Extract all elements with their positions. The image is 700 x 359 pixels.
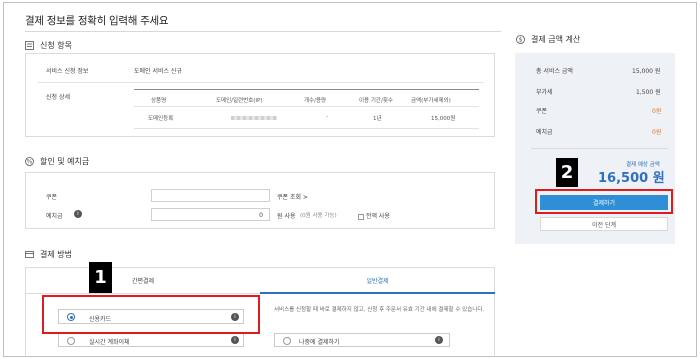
deposit-input[interactable]: 0 — [151, 208, 270, 221]
svg-text:$: $ — [519, 37, 523, 44]
payment-method-heading: 결제 방법 — [25, 249, 72, 260]
application-heading-text: 신청 항목 — [40, 41, 72, 50]
deposit-label: 예치금 — [46, 213, 63, 220]
pay-later-label: 나중에 결제하기 — [299, 339, 340, 346]
summary-total-value: 15,000 원 — [632, 68, 661, 75]
pay-later-note: 서비스를 신청할 때 바로 결제하지 않고, 신청 후 주문서 유효 기간 내에… — [274, 307, 485, 313]
tab-easy-pay-label: 간편결제 — [131, 278, 155, 285]
tab-general-pay[interactable]: 일반결제 — [260, 268, 495, 294]
summary-heading: $ 결제 금액 계산 — [516, 34, 580, 45]
row-period: 1년 — [373, 116, 382, 122]
masked-domain — [231, 116, 277, 120]
callout-1: 1 — [89, 262, 112, 293]
discount-heading-text: 할인 및 예치금 — [40, 157, 90, 166]
row-amount: 15,000원 — [431, 116, 456, 122]
info-icon[interactable]: i — [231, 336, 239, 344]
col-domain: 도메인/일련번호(IP) — [216, 98, 263, 104]
list-icon — [25, 41, 34, 50]
coupon-lookup-link[interactable]: 쿠폰 조회 > — [277, 192, 308, 201]
summary-vat-label: 부가세 — [536, 89, 553, 96]
table-bottom-border — [134, 128, 479, 129]
highlight-pay-button — [535, 189, 673, 214]
use-all-checkbox[interactable] — [358, 213, 364, 220]
discount-box: 쿠폰 쿠폰 조회 > 예치금 i 0 원 사용 (0원 사용 가능) 전액 사용 — [25, 172, 495, 229]
summary-total-label: 총 서비스 금액 — [536, 68, 573, 75]
col-product: 상품명 — [151, 98, 167, 104]
summary-deposit-value: 0원 — [652, 129, 662, 136]
table-header-border — [134, 106, 479, 107]
dollar-circle-icon: $ — [516, 35, 525, 44]
row-product: 도메인등록 — [148, 116, 174, 122]
col-amount: 금액(부가세제외) — [411, 98, 451, 104]
service-info-value: 도메인 서비스 신규 — [134, 68, 182, 75]
deposit-use-label: 원 사용 — [277, 213, 296, 220]
application-box: 서비스 신청 정보 도메인 서비스 신규 신청 상세 상품명 도메인/일련번호(… — [25, 53, 495, 137]
table-top-border — [134, 89, 479, 90]
service-info-label: 서비스 신청 정보 — [46, 68, 89, 75]
use-all-option[interactable]: 전액 사용 — [358, 211, 390, 220]
row-divider — [38, 82, 484, 83]
bank-transfer-radio[interactable] — [67, 337, 75, 345]
col-count: 개수/용량 — [304, 98, 327, 104]
percent-circle-icon: % — [25, 157, 34, 166]
svg-text:%: % — [27, 159, 33, 166]
coupon-input[interactable] — [151, 189, 270, 202]
info-icon[interactable]: i — [435, 336, 443, 344]
discount-heading: % 할인 및 예치금 — [25, 156, 89, 167]
pay-later-radio[interactable] — [283, 337, 291, 345]
bank-transfer-label: 실시간 계좌이체 — [89, 339, 130, 346]
detail-label: 신청 상세 — [46, 94, 70, 101]
col-period: 이용 기간/횟수 — [359, 98, 393, 104]
card-icon — [25, 250, 34, 259]
row-count: - — [326, 114, 328, 120]
summary-heading-text: 결제 금액 계산 — [531, 35, 581, 44]
summary-coupon-value: 0원 — [652, 108, 662, 115]
application-heading: 신청 항목 — [25, 40, 72, 51]
deposit-available: (0원 사용 가능) — [300, 213, 337, 219]
highlight-credit-card — [42, 295, 260, 334]
summary-vat-value: 1,500 원 — [636, 89, 661, 96]
page-title: 결제 정보를 정확히 입력해 주세요 — [25, 15, 169, 27]
info-icon[interactable]: i — [74, 210, 82, 218]
deposit-value: 0 — [259, 212, 263, 219]
summary-deposit-label: 예치금 — [536, 129, 553, 136]
payment-page: 결제 정보를 정확히 입력해 주세요 신청 항목 서비스 신청 정보 도메인 서… — [3, 2, 697, 357]
option-bank-transfer[interactable]: 실시간 계좌이체 i — [58, 333, 244, 347]
tab-general-pay-label: 일반결제 — [366, 277, 389, 285]
summary-divider — [531, 148, 668, 149]
payment-method-heading-text: 결제 방법 — [40, 250, 72, 259]
summary-coupon-label: 쿠폰 — [536, 108, 548, 115]
title-divider — [25, 31, 501, 32]
option-pay-later[interactable]: 나중에 결제하기 i — [274, 333, 450, 347]
expected-amount-value: 16,500 원 — [598, 171, 665, 186]
tab-easy-pay[interactable]: 간편결제 — [26, 268, 260, 294]
use-all-label: 전액 사용 — [365, 213, 390, 220]
previous-step-button[interactable]: 이전 단계 — [540, 217, 668, 231]
coupon-label: 쿠폰 — [46, 194, 58, 201]
callout-2: 2 — [556, 158, 578, 187]
